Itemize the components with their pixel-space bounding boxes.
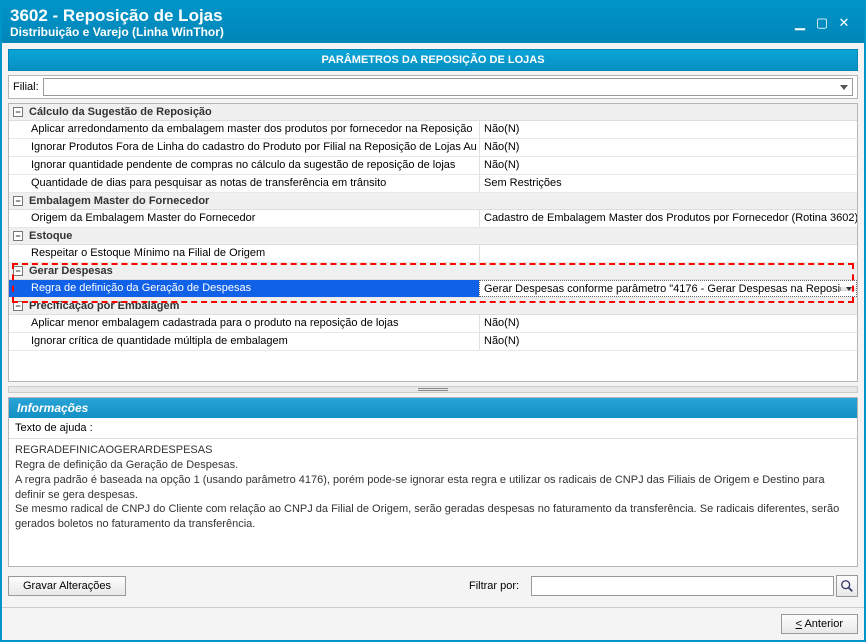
filter-input[interactable]: [531, 576, 834, 596]
param-label: Ignorar crítica de quantidade múltipla d…: [9, 333, 479, 350]
search-icon: [840, 579, 854, 593]
param-label: Origem da Embalagem Master do Fornecedor: [9, 210, 479, 227]
param-label: Aplicar menor embalagem cadastrada para …: [9, 315, 479, 332]
param-value[interactable]: Sem Restrições: [479, 175, 857, 192]
collapse-icon[interactable]: −: [13, 266, 23, 276]
group-header[interactable]: −Precificação por Embalagem: [9, 298, 857, 315]
dropdown-value: Gerar Despesas conforme parâmetro "4176 …: [480, 283, 840, 295]
param-label: Ignorar Produtos Fora de Linha do cadast…: [9, 139, 479, 156]
param-value[interactable]: Não(N): [479, 315, 857, 332]
group-header[interactable]: −Estoque: [9, 228, 857, 245]
collapse-icon[interactable]: −: [13, 107, 23, 117]
param-row[interactable]: Regra de definição da Geração de Despesa…: [9, 280, 857, 298]
help-label: Texto de ajuda :: [9, 418, 857, 439]
param-value[interactable]: Não(N): [479, 157, 857, 174]
bottom-toolbar: Gravar Alterações Filtrar por:: [8, 571, 858, 601]
param-value[interactable]: Não(N): [479, 333, 857, 350]
filial-select[interactable]: [43, 78, 853, 96]
param-value[interactable]: [479, 245, 857, 262]
chevron-down-icon[interactable]: [840, 287, 856, 291]
params-grid[interactable]: −Cálculo da Sugestão de ReposiçãoAplicar…: [8, 103, 858, 382]
param-label: Quantidade de dias para pesquisar as not…: [9, 175, 479, 192]
group-header[interactable]: −Gerar Despesas: [9, 263, 857, 280]
filial-label: Filial:: [13, 81, 39, 93]
collapse-icon[interactable]: −: [13, 231, 23, 241]
param-label: Aplicar arredondamento da embalagem mast…: [9, 121, 479, 138]
info-panel: Informações Texto de ajuda : REGRADEFINI…: [8, 397, 858, 567]
group-header[interactable]: −Cálculo da Sugestão de Reposição: [9, 104, 857, 121]
maximize-icon[interactable]: ▢: [814, 15, 830, 31]
group-label: Precificação por Embalagem: [29, 300, 179, 312]
window-subtitle: Distribuição e Varejo (Linha WinThor): [10, 25, 792, 39]
splitter[interactable]: [8, 386, 858, 393]
param-value[interactable]: Não(N): [479, 139, 857, 156]
close-icon[interactable]: ✕: [836, 15, 852, 31]
filial-row: Filial:: [8, 75, 858, 99]
group-header[interactable]: −Embalagem Master do Fornecedor: [9, 193, 857, 210]
minimize-icon[interactable]: ▁: [792, 15, 808, 31]
save-button[interactable]: Gravar Alterações: [8, 576, 126, 596]
titlebar: 3602 - Reposição de Lojas Distribuição e…: [2, 2, 864, 43]
search-button[interactable]: [836, 575, 858, 597]
param-row[interactable]: Quantidade de dias para pesquisar as not…: [9, 175, 857, 193]
param-value[interactable]: Cadastro de Embalagem Master dos Produto…: [479, 210, 857, 227]
back-button[interactable]: < < AnteriorAnterior: [781, 614, 858, 634]
group-label: Cálculo da Sugestão de Reposição: [29, 106, 212, 118]
panel-header: PARÂMETROS DA REPOSIÇÃO DE LOJAS: [8, 49, 858, 71]
param-row[interactable]: Ignorar quantidade pendente de compras n…: [9, 157, 857, 175]
param-row[interactable]: Respeitar o Estoque Mínimo na Filial de …: [9, 245, 857, 263]
param-value[interactable]: Não(N): [479, 121, 857, 138]
info-header: Informações: [9, 398, 857, 418]
param-row[interactable]: Aplicar menor embalagem cadastrada para …: [9, 315, 857, 333]
help-body: REGRADEFINICAOGERARDESPESASRegra de defi…: [9, 439, 857, 566]
param-row[interactable]: Ignorar crítica de quantidade múltipla d…: [9, 333, 857, 351]
param-row[interactable]: Ignorar Produtos Fora de Linha do cadast…: [9, 139, 857, 157]
param-row[interactable]: Aplicar arredondamento da embalagem mast…: [9, 121, 857, 139]
param-row[interactable]: Origem da Embalagem Master do Fornecedor…: [9, 210, 857, 228]
param-label: Ignorar quantidade pendente de compras n…: [9, 157, 479, 174]
param-label: Regra de definição da Geração de Despesa…: [9, 280, 479, 297]
group-label: Embalagem Master do Fornecedor: [29, 195, 209, 207]
window-title: 3602 - Reposição de Lojas: [10, 6, 792, 26]
group-label: Estoque: [29, 230, 72, 242]
filter-label: Filtrar por:: [469, 580, 519, 592]
param-value[interactable]: Gerar Despesas conforme parâmetro "4176 …: [479, 280, 857, 297]
group-label: Gerar Despesas: [29, 265, 113, 277]
collapse-icon[interactable]: −: [13, 196, 23, 206]
param-label: Respeitar o Estoque Mínimo na Filial de …: [9, 245, 479, 262]
collapse-icon[interactable]: −: [13, 301, 23, 311]
